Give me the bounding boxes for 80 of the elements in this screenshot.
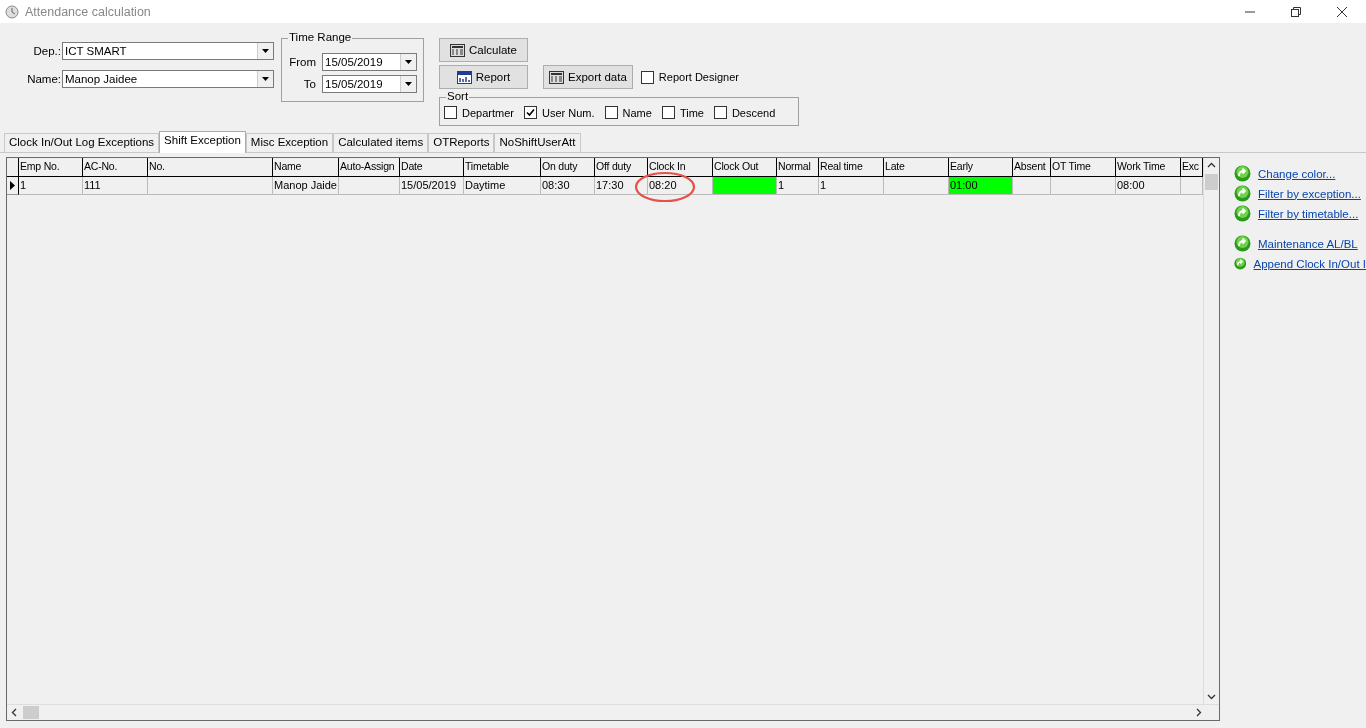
action-link[interactable]: Filter by timetable... [1258,207,1359,220]
vertical-scrollbar[interactable] [1203,158,1219,704]
column-header[interactable]: Auto-Assign [339,158,400,177]
tab[interactable]: Misc Exception [245,133,334,152]
calculator-icon [549,70,564,84]
cell-text: 1 [778,179,785,191]
restore-icon[interactable] [1290,5,1302,18]
column-header[interactable]: Work Time [1116,158,1181,177]
report-designer-checkbox[interactable]: Report Designer [640,70,739,84]
tab[interactable]: NoShiftUserAtt [494,133,581,152]
column-header[interactable]: On duty [541,158,595,177]
cell-text: 1 [820,179,827,191]
cell-text: 111 [84,179,101,191]
dropdown-arrow-icon [262,77,269,81]
tab[interactable]: Shift Exception [159,131,246,153]
sort-checkbox[interactable]: User Num. [523,106,595,119]
clock-icon [5,4,19,19]
action-link[interactable]: Maintenance AL/BL [1258,237,1358,250]
cell-text: 01:00 [950,179,978,191]
window-title: Attendance calculation [25,4,151,19]
tab[interactable]: OTReports [428,133,495,152]
scroll-left-icon[interactable] [11,708,17,717]
column-header[interactable]: Emp No. [19,158,83,177]
column-header[interactable]: Real time [819,158,884,177]
cell-text: 1 [20,179,27,191]
cell-text: 08:20 [649,179,677,191]
column-header[interactable]: No. [148,158,273,177]
cell-text: 08:30 [542,179,570,191]
dropdown-arrow-icon [262,49,269,53]
group-title: Sort [446,90,470,102]
action-link[interactable]: Change color... [1258,167,1336,180]
calculator-icon [450,43,465,57]
cell-text: 15/05/2019 [401,179,457,191]
column-header[interactable]: Late [884,158,949,177]
column-header[interactable]: OT Time [1051,158,1116,177]
row-indicator[interactable] [7,177,19,195]
scroll-thumb[interactable] [23,706,39,719]
to-date-picker[interactable]: 15/05/2019 [322,75,417,93]
action-link[interactable]: Filter by exception... [1258,187,1361,200]
to-label: To [302,78,316,90]
sort-checkbox[interactable]: Name [604,106,652,119]
column-header[interactable]: Off duty [595,158,648,177]
column-header[interactable]: AC-No. [83,158,148,177]
scroll-thumb[interactable] [1205,174,1218,190]
column-header[interactable]: Normal [777,158,819,177]
toolbar-button[interactable]: Report [439,65,528,89]
current-row-icon [10,181,15,190]
cell-text: 08:00 [1117,179,1145,191]
tab[interactable]: Calculated items [333,133,429,152]
column-header[interactable]: Date [400,158,464,177]
cell-text: Daytime [465,179,506,191]
column-header[interactable]: Absent [1013,158,1051,177]
sort-checkbox[interactable]: Time [661,106,704,119]
toolbar-button[interactable]: Export data [543,65,633,89]
dropdown-arrow-icon [405,60,412,64]
column-header[interactable]: Timetable [464,158,541,177]
close-icon[interactable] [1336,5,1348,18]
name-dropdown[interactable]: Manop Jaidee [62,70,274,88]
tab[interactable]: Clock In/Out Log Exceptions [4,133,160,152]
department-label: Dep.: [33,45,61,57]
cell-text: 17:30 [596,179,624,191]
sort-checkbox[interactable]: Descend [713,106,776,119]
horizontal-scrollbar[interactable] [7,704,1219,720]
column-header[interactable]: Clock In [648,158,713,177]
scroll-up-icon[interactable] [1207,162,1216,168]
action-link[interactable]: Append Clock In/Out I [1253,257,1366,270]
from-date-picker[interactable]: 15/05/2019 [322,53,417,71]
dropdown-arrow-icon [405,82,412,86]
checkmark-icon [524,107,536,118]
department-dropdown[interactable]: ICT SMART [62,42,274,60]
cell-text: Manop Jaide [274,179,337,191]
column-header[interactable]: Name [273,158,339,177]
toolbar-button[interactable]: Calculate [439,38,528,62]
scroll-down-icon[interactable] [1207,694,1216,700]
name-label: Name: [27,73,61,85]
group-title: Time Range [288,31,353,43]
from-label: From [289,56,316,68]
report-icon [456,70,472,84]
scroll-right-icon[interactable] [1196,708,1202,717]
sort-checkbox[interactable]: Departmer [444,106,514,119]
